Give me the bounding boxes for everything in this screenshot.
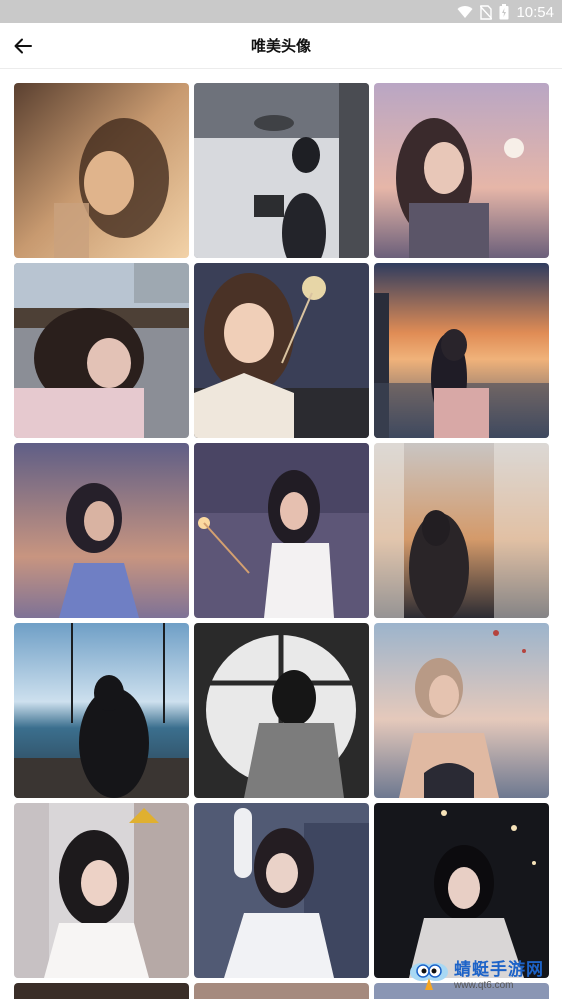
avatar-image-17[interactable]	[194, 983, 369, 999]
page-title: 唯美头像	[250, 37, 311, 55]
avatar-image-5[interactable]	[194, 263, 369, 438]
avatar-image-2[interactable]	[194, 83, 369, 258]
avatar-image-14[interactable]	[194, 803, 369, 978]
avatar-image-11[interactable]	[194, 623, 369, 798]
dragonfly-logo-icon	[410, 963, 448, 990]
avatar-grid	[14, 83, 549, 978]
watermark-url: www.qt6.com	[454, 980, 514, 991]
watermark-title: 蜻蜓手游网	[454, 960, 544, 980]
no-sim-icon	[480, 4, 493, 20]
avatar-image-12[interactable]	[374, 623, 549, 798]
avatar-image-1[interactable]	[14, 83, 189, 258]
avatar-image-4[interactable]	[14, 263, 189, 438]
avatar-image-16[interactable]	[14, 983, 189, 999]
wifi-icon	[457, 6, 473, 19]
status-icons: 10:54	[457, 3, 554, 21]
site-watermark: 蜻蜓手游网 www.qt6.com	[408, 951, 558, 995]
avatar-image-10[interactable]	[14, 623, 189, 798]
battery-icon	[499, 4, 509, 20]
avatar-image-7[interactable]	[14, 443, 189, 618]
app-bar: 唯美头像	[0, 23, 562, 69]
status-bar: 10:54	[0, 0, 562, 23]
avatar-image-9[interactable]	[374, 443, 549, 618]
status-time: 10:54	[516, 3, 554, 21]
avatar-image-13[interactable]	[14, 803, 189, 978]
avatar-image-6[interactable]	[374, 263, 549, 438]
avatar-image-8[interactable]	[194, 443, 369, 618]
avatar-image-3[interactable]	[374, 83, 549, 258]
